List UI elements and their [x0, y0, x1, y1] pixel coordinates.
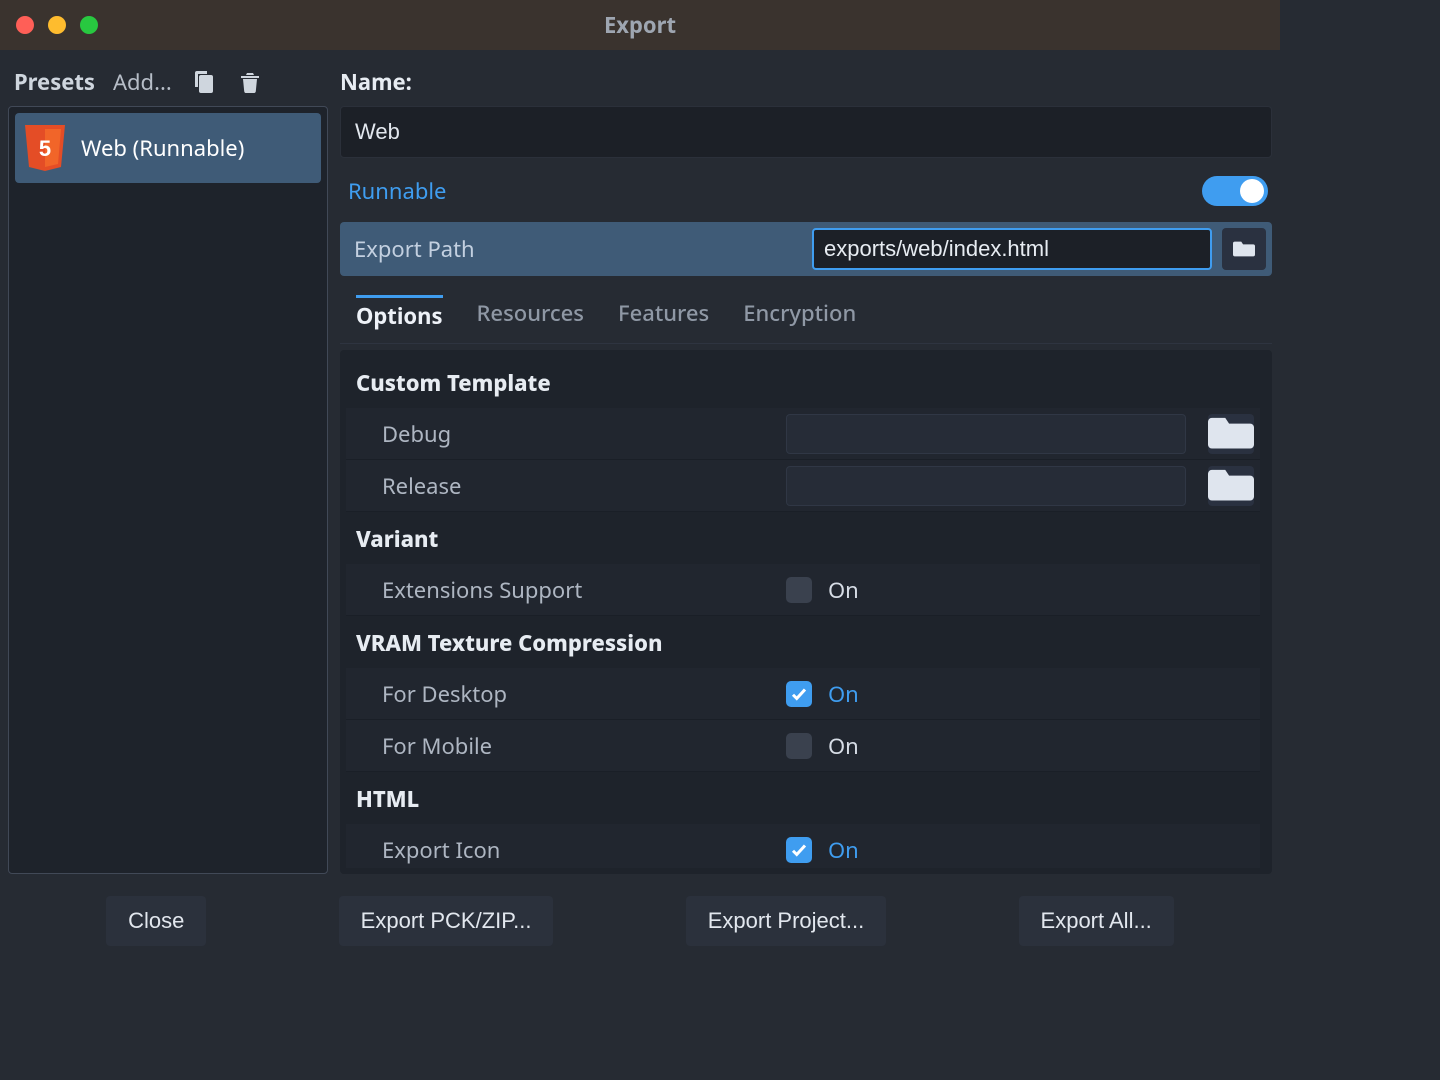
- runnable-label[interactable]: Runnable: [348, 176, 446, 206]
- for-desktop-checkbox[interactable]: [786, 681, 812, 707]
- label-extensions: Extensions Support: [346, 575, 786, 605]
- tabs: Options Resources Features Encryption: [340, 286, 1272, 344]
- options-outer: Custom Template Debug Release: [340, 350, 1272, 874]
- presets-label: Presets: [14, 67, 95, 97]
- tab-encryption[interactable]: Encryption: [743, 298, 856, 343]
- footer: Close Export PCK/ZIP... Export Project..…: [0, 882, 1280, 960]
- zoom-window-icon[interactable]: [80, 16, 98, 34]
- preset-item-web[interactable]: 5 Web (Runnable): [15, 113, 321, 183]
- row-release-template: Release: [346, 460, 1260, 512]
- delete-preset-icon[interactable]: [236, 68, 264, 96]
- close-window-icon[interactable]: [16, 16, 34, 34]
- window-title: Export: [0, 10, 1280, 40]
- runnable-toggle[interactable]: [1202, 176, 1268, 206]
- export-project-button[interactable]: Export Project...: [686, 896, 887, 946]
- section-custom-template: Custom Template: [346, 356, 1260, 408]
- export-path-input[interactable]: [812, 228, 1212, 270]
- debug-template-field[interactable]: [786, 414, 1186, 454]
- tab-resources[interactable]: Resources: [477, 298, 584, 343]
- label-debug: Debug: [346, 419, 786, 449]
- row-export-icon: Export Icon On: [346, 824, 1260, 868]
- titlebar: Export: [0, 0, 1280, 50]
- preset-item-label: Web (Runnable): [81, 133, 244, 163]
- runnable-row: Runnable: [340, 176, 1272, 206]
- svg-text:5: 5: [39, 136, 51, 161]
- extensions-checkbox[interactable]: [786, 577, 812, 603]
- section-variant: Variant: [346, 512, 1260, 564]
- for-mobile-checkbox[interactable]: [786, 733, 812, 759]
- toggle-knob: [1240, 179, 1264, 203]
- window-controls: [0, 16, 98, 34]
- name-label: Name:: [340, 58, 1272, 106]
- tab-options[interactable]: Options: [356, 295, 443, 343]
- row-for-mobile: For Mobile On: [346, 720, 1260, 772]
- debug-template-browse-button[interactable]: [1208, 414, 1254, 454]
- label-for-mobile: For Mobile: [346, 731, 786, 761]
- section-vram: VRAM Texture Compression: [346, 616, 1260, 668]
- label-release: Release: [346, 471, 786, 501]
- row-debug-template: Debug: [346, 408, 1260, 460]
- export-path-browse-button[interactable]: [1222, 228, 1266, 270]
- export-pck-button[interactable]: Export PCK/ZIP...: [339, 896, 554, 946]
- options-scroll[interactable]: Custom Template Debug Release: [346, 356, 1266, 868]
- presets-panel: Presets Add... 5 Web (Runnable): [8, 58, 328, 874]
- details-panel: Name: Runnable Export Path Options Resou…: [340, 58, 1272, 874]
- export-path-label: Export Path: [354, 234, 802, 264]
- row-for-desktop: For Desktop On: [346, 668, 1260, 720]
- export-icon-checkbox[interactable]: [786, 837, 812, 863]
- row-extensions: Extensions Support On: [346, 564, 1260, 616]
- export-icon-on-text: On: [828, 835, 859, 865]
- export-all-button[interactable]: Export All...: [1019, 896, 1174, 946]
- release-template-field[interactable]: [786, 466, 1186, 506]
- presets-list[interactable]: 5 Web (Runnable): [8, 106, 328, 874]
- minimize-window-icon[interactable]: [48, 16, 66, 34]
- label-export-icon: Export Icon: [346, 835, 786, 865]
- release-template-browse-button[interactable]: [1208, 466, 1254, 506]
- tab-features[interactable]: Features: [618, 298, 709, 343]
- for-desktop-on-text: On: [828, 679, 859, 709]
- section-html: HTML: [346, 772, 1260, 824]
- name-input[interactable]: [340, 106, 1272, 158]
- for-mobile-on-text: On: [828, 731, 859, 761]
- duplicate-preset-icon[interactable]: [190, 68, 218, 96]
- export-path-row: Export Path: [340, 222, 1272, 276]
- extensions-on-text: On: [828, 575, 859, 605]
- presets-header: Presets Add...: [8, 58, 328, 106]
- add-preset-button[interactable]: Add...: [113, 67, 172, 97]
- label-for-desktop: For Desktop: [346, 679, 786, 709]
- content: Presets Add... 5 Web (Runnable) Name: Ru…: [0, 50, 1280, 882]
- html5-icon: 5: [23, 123, 67, 173]
- close-button[interactable]: Close: [106, 896, 206, 946]
